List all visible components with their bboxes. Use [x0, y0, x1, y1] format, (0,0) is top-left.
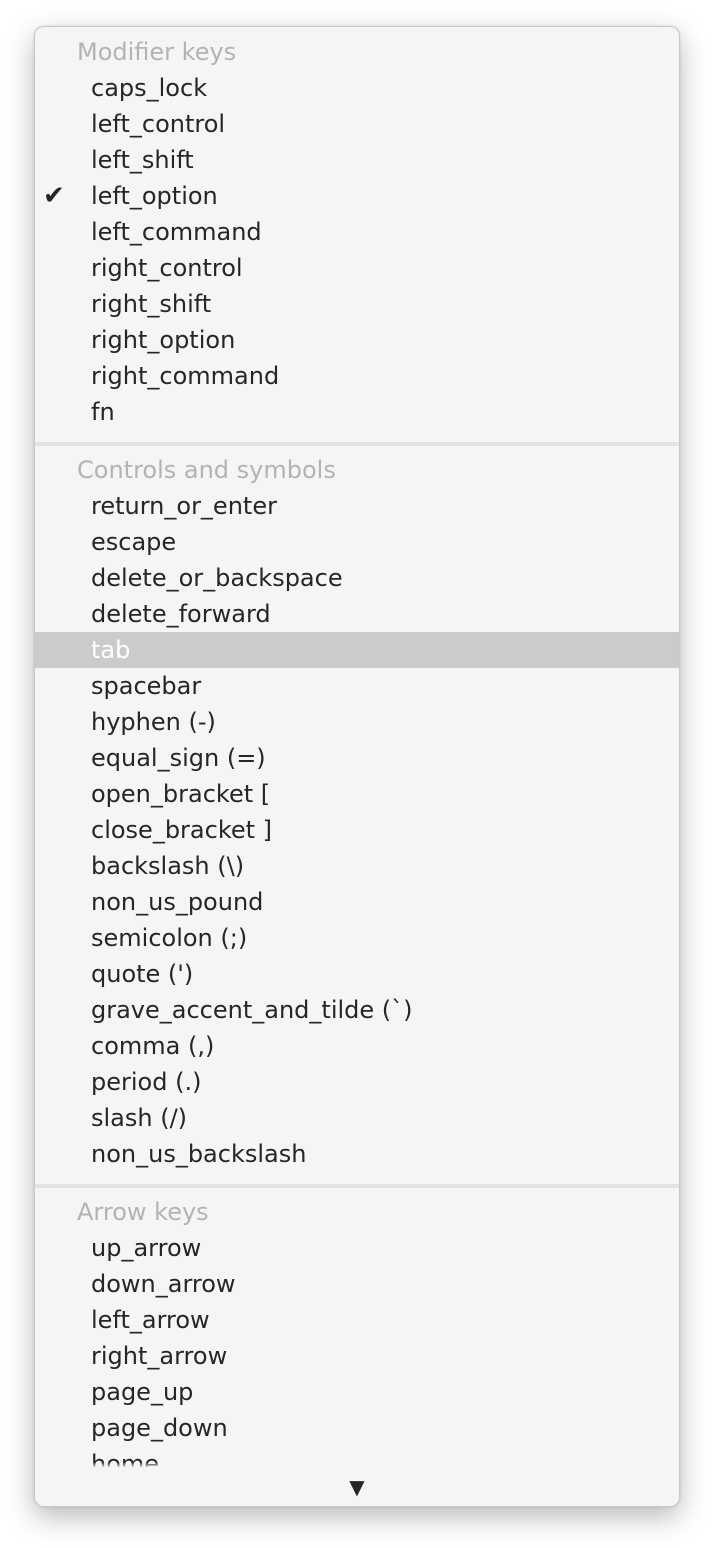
menu-item-left-control[interactable]: left_control	[35, 106, 679, 142]
menu-item-label: delete_forward	[91, 600, 271, 628]
menu-item-non-us-pound[interactable]: non_us_pound	[35, 884, 679, 920]
menu-scroll-area[interactable]: Modifier keys caps_lock left_control left_s…	[35, 34, 679, 1467]
menu-item-equal-sign[interactable]: equal_sign (=)	[35, 740, 679, 776]
menu-item-caps-lock[interactable]: caps_lock	[35, 70, 679, 106]
menu-item-label: right_arrow	[91, 1342, 228, 1370]
menu-item-label: right_shift	[91, 290, 212, 318]
menu-item-label: grave_accent_and_tilde (`)	[91, 996, 413, 1024]
menu-item-up-arrow[interactable]: up_arrow	[35, 1230, 679, 1266]
menu-item-label: up_arrow	[91, 1234, 202, 1262]
menu-item-label: comma (,)	[91, 1032, 215, 1060]
menu-item-label: tab	[91, 636, 131, 664]
menu-item-label: escape	[91, 528, 177, 556]
menu-item-close-bracket[interactable]: close_bracket ]	[35, 812, 679, 848]
menu-item-left-command[interactable]: left_command	[35, 214, 679, 250]
menu-item-open-bracket[interactable]: open_bracket [	[35, 776, 679, 812]
menu-item-right-control[interactable]: right_control	[35, 250, 679, 286]
menu-item-label: slash (/)	[91, 1104, 188, 1132]
menu-item-left-shift[interactable]: left_shift	[35, 142, 679, 178]
menu-item-spacebar[interactable]: spacebar	[35, 668, 679, 704]
menu-item-right-shift[interactable]: right_shift	[35, 286, 679, 322]
menu-item-right-option[interactable]: right_option	[35, 322, 679, 358]
scroll-down-arrow-icon[interactable]: ▼	[35, 1468, 679, 1506]
menu-item-slash[interactable]: slash (/)	[35, 1100, 679, 1136]
menu-item-label: equal_sign (=)	[91, 744, 266, 772]
menu-item-comma[interactable]: comma (,)	[35, 1028, 679, 1064]
menu-item-fn[interactable]: fn	[35, 394, 679, 430]
checkmark-icon: ✔	[43, 181, 65, 211]
section-header: Arrow keys	[77, 1198, 209, 1226]
menu-item-grave-accent-and-tilde[interactable]: grave_accent_and_tilde (`)	[35, 992, 679, 1028]
menu-item-label: caps_lock	[91, 74, 208, 102]
menu-item-label: right_option	[91, 326, 236, 354]
menu-item-label: non_us_backslash	[91, 1140, 307, 1168]
menu-item-label: close_bracket ]	[91, 816, 273, 844]
menu-item-left-option[interactable]: ✔ left_option	[35, 178, 679, 214]
menu-item-page-down[interactable]: page_down	[35, 1410, 679, 1446]
menu-item-label: semicolon (;)	[91, 924, 248, 952]
menu-item-label: quote (')	[91, 960, 194, 988]
menu-item-hyphen[interactable]: hyphen (-)	[35, 704, 679, 740]
menu-item-label: fn	[91, 398, 115, 426]
menu-separator	[35, 1184, 679, 1188]
menu-item-semicolon[interactable]: semicolon (;)	[35, 920, 679, 956]
menu-item-label: return_or_enter	[91, 492, 277, 520]
menu-item-label: open_bracket [	[91, 780, 271, 808]
menu-separator	[35, 442, 679, 446]
menu-item-return-or-enter[interactable]: return_or_enter	[35, 488, 679, 524]
menu-item-label: hyphen (-)	[91, 708, 216, 736]
menu-item-label: left_option	[91, 182, 218, 210]
menu-item-label: page_down	[91, 1414, 228, 1442]
section-header: Controls and symbols	[77, 456, 336, 484]
menu-item-label: left_arrow	[91, 1306, 210, 1334]
menu-item-right-command[interactable]: right_command	[35, 358, 679, 394]
menu-item-backslash[interactable]: backslash (\)	[35, 848, 679, 884]
menu-item-label: down_arrow	[91, 1270, 236, 1298]
menu-item-non-us-backslash[interactable]: non_us_backslash	[35, 1136, 679, 1172]
key-picker-menu: Modifier keys caps_lock left_control left_s…	[34, 26, 680, 1507]
menu-item-right-arrow[interactable]: right_arrow	[35, 1338, 679, 1374]
menu-item-escape[interactable]: escape	[35, 524, 679, 560]
menu-item-left-arrow[interactable]: left_arrow	[35, 1302, 679, 1338]
menu-item-label: right_command	[91, 362, 280, 390]
menu-item-down-arrow[interactable]: down_arrow	[35, 1266, 679, 1302]
menu-item-label: left_command	[91, 218, 262, 246]
menu-item-label: backslash (\)	[91, 852, 245, 880]
menu-item-label: non_us_pound	[91, 888, 264, 916]
menu-item-label: page_up	[91, 1378, 194, 1406]
menu-item-tab[interactable]: tab	[35, 632, 679, 668]
menu-item-label: right_control	[91, 254, 243, 282]
menu-item-period[interactable]: period (.)	[35, 1064, 679, 1100]
menu-item-label: left_control	[91, 110, 226, 138]
menu-item-label: left_shift	[91, 146, 194, 174]
menu-item-label: spacebar	[91, 672, 202, 700]
menu-item-page-up[interactable]: page_up	[35, 1374, 679, 1410]
menu-item-label: period (.)	[91, 1068, 202, 1096]
menu-item-quote[interactable]: quote (')	[35, 956, 679, 992]
menu-item-delete-or-backspace[interactable]: delete_or_backspace	[35, 560, 679, 596]
section-header: Modifier keys	[77, 38, 237, 66]
menu-item-label: delete_or_backspace	[91, 564, 343, 592]
menu-item-delete-forward[interactable]: delete_forward	[35, 596, 679, 632]
